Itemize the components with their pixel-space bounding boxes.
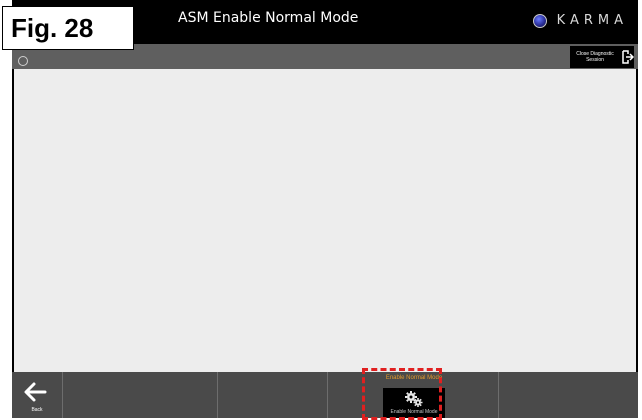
- back-arrow-icon: [24, 382, 47, 402]
- karma-logo-icon: [532, 13, 547, 28]
- divider: [62, 372, 63, 418]
- status-indicator: [18, 56, 28, 66]
- divider: [327, 372, 328, 418]
- window-title: ASM Enable Normal Mode: [178, 10, 359, 26]
- divider: [498, 372, 499, 418]
- figure-label: Fig. 28: [2, 6, 134, 50]
- close-diagnostic-session-button[interactable]: Close Diagnostic Session: [570, 46, 634, 68]
- brand: KARMA: [532, 13, 628, 28]
- divider: [217, 372, 218, 418]
- enable-normal-mode-header: Enable Normal Mode: [385, 375, 443, 381]
- bottom-toolbar: Back Enable Normal Mode Enable Normal Mo…: [12, 372, 638, 418]
- back-button[interactable]: Back: [12, 372, 62, 418]
- gears-icon: [405, 391, 423, 407]
- exit-icon: [622, 50, 634, 64]
- main-content-area: [14, 69, 636, 372]
- back-label: Back: [31, 407, 43, 413]
- close-session-label: Close Diagnostic Session: [576, 51, 614, 63]
- app-window: ASM Enable Normal Mode KARMA Close Diagn…: [12, 0, 638, 418]
- brand-name: KARMA: [556, 13, 628, 28]
- enable-normal-mode-button[interactable]: Enable Normal Mode: [383, 388, 445, 418]
- enable-normal-mode-label: Enable Normal Mode: [390, 409, 438, 415]
